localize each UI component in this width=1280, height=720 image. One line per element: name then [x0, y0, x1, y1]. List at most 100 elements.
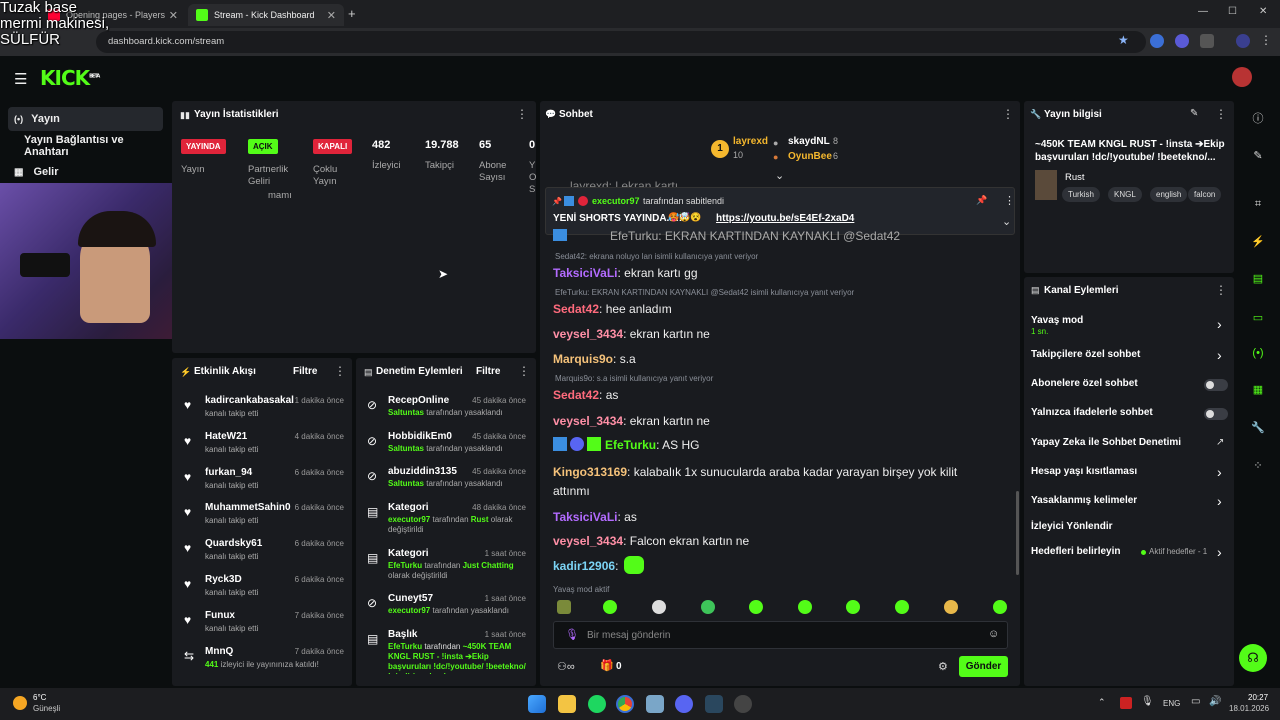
extensions-puzzle-icon[interactable] [1200, 34, 1214, 48]
close-icon[interactable]: ✕ [169, 9, 178, 22]
channel-action-item[interactable]: Hesap yaşı kısıtlaması › [1026, 464, 1232, 487]
chat-username[interactable]: Sedat42 [553, 388, 599, 402]
emote-icon[interactable] [603, 600, 617, 617]
maximize-icon[interactable]: ☐ [1228, 6, 1237, 17]
infinity-icon[interactable]: ⚇∞ [557, 660, 575, 673]
moderation-item[interactable]: ▤ Kategori 48 dakika önce executor97 tarafı… [360, 501, 532, 541]
microphone-icon[interactable]: 🎙 [565, 628, 579, 641]
chevron-down-icon[interactable]: ⌄ [1002, 215, 1011, 228]
chat-username[interactable]: veysel_3434 [553, 414, 623, 428]
moderation-item[interactable]: ⊘ HobbidikEm0 45 dakika önce Saltuntas tara… [360, 430, 532, 460]
activity-item[interactable]: ♥ MuhammetSahin0 6 dakika önce kanalı takip… [176, 501, 348, 533]
menu-kebab-icon[interactable]: ⋮ [1260, 33, 1272, 47]
pinned-link[interactable]: https://youtu.be/sE4Ef-2xaD4 [716, 213, 854, 224]
moderation-item[interactable]: ▤ Kategori 1 saat önce EfeTurku tarafından … [360, 547, 532, 587]
wrench-icon[interactable]: 🔧 [1248, 417, 1268, 437]
channel-action-item[interactable]: Hedefleri belirleyin Aktif hedefler - 1 › [1026, 544, 1232, 567]
gift-icon[interactable]: 🎁 [600, 659, 614, 672]
send-button[interactable]: Gönder [959, 656, 1008, 677]
emote-icon[interactable] [944, 600, 958, 617]
moderation-item[interactable]: ⊘ RecepOnline 45 dakika önce Saltuntas tara… [360, 394, 532, 424]
edit-pencil-icon[interactable]: ✎ [1190, 108, 1198, 119]
emote-icon[interactable] [557, 600, 571, 614]
clock-time[interactable]: 20:27 [1248, 693, 1268, 702]
moderation-item[interactable]: ▤ Başlık 1 saat önce EfeTurku tarafından ~4… [360, 628, 532, 674]
hamburger-menu-icon[interactable]: ☰ [14, 70, 27, 88]
nav-item-stream-key[interactable]: Yayın Bağlantısı ve Anahtarı [8, 134, 163, 158]
user-avatar[interactable] [1232, 67, 1252, 87]
network-icon[interactable]: ▭ [1191, 696, 1200, 707]
channel-action-item[interactable]: Yavaş mod 1 sn. › [1026, 314, 1232, 336]
chevron-right-icon[interactable]: › [1217, 316, 1222, 332]
minimize-icon[interactable]: — [1198, 6, 1208, 17]
chat-message[interactable]: Marquis9o: s.a [553, 350, 993, 369]
tab-kick-dashboard[interactable]: Stream - Kick Dashboard ✕ [188, 4, 344, 26]
chat-message[interactable]: Kingo313169: kalabalık 1x sunucularda ar… [553, 463, 993, 501]
chat-username[interactable]: veysel_3434 [553, 327, 623, 341]
chat-message[interactable]: Sedat42: as [553, 386, 993, 405]
new-tab-icon[interactable]: + [348, 6, 356, 21]
clock-date[interactable]: 18.01.2026 [1229, 704, 1269, 713]
moderation-item[interactable]: ⊘ abuziddin3135 45 dakika önce Saltuntas ta… [360, 465, 532, 495]
chat-message[interactable]: veysel_3434: Falcon ekran kartın ne [553, 532, 993, 551]
filter-button[interactable]: Filtre [476, 366, 500, 377]
gear-icon[interactable]: ⚙ [938, 660, 948, 673]
chat-username[interactable]: TaksiciVaLi [553, 266, 617, 280]
chat-username[interactable]: veysel_3434 [553, 534, 623, 548]
lightning-icon[interactable]: ⚡ [1248, 231, 1268, 251]
emote-icon[interactable] [749, 600, 763, 617]
chat-input-box[interactable]: 🎙 Bir mesaj gönderin ☺ [553, 621, 1008, 649]
close-window-icon[interactable]: ✕ [1259, 6, 1267, 17]
chevron-right-icon[interactable]: › [1217, 347, 1222, 363]
channel-action-item[interactable]: Abonelere özel sohbet [1026, 377, 1232, 399]
nav-item-revenue[interactable]: ▦ Gelir [8, 160, 163, 184]
extension-icon[interactable] [1150, 34, 1164, 48]
chevron-right-icon[interactable]: › [1217, 493, 1222, 509]
channel-action-item[interactable]: Yasaklanmış kelimeler › [1026, 493, 1232, 516]
close-icon[interactable]: ✕ [327, 9, 336, 22]
activity-item[interactable]: ♥ kadircankabasakal 1 dakika önce kanalı ta… [176, 394, 348, 426]
emote-icon[interactable] [993, 600, 1007, 617]
tray-app-icon[interactable] [1120, 697, 1132, 709]
spotify-icon[interactable] [588, 695, 606, 713]
chat-message[interactable]: veysel_3434: ekran kartın ne [553, 412, 993, 431]
chat-message[interactable]: kadir12906: [553, 556, 993, 576]
toggle-switch[interactable] [1204, 379, 1228, 391]
chat-message[interactable]: Sedat42: hee anladım [553, 300, 993, 319]
discord-icon[interactable] [675, 695, 693, 713]
emote-icon[interactable] [895, 600, 909, 617]
more-options-icon[interactable]: ⋮ [1004, 194, 1015, 207]
kick-logo[interactable]: KICKBETA [40, 66, 100, 90]
chat-bubble-icon[interactable]: ▭ [1248, 307, 1268, 327]
url-field[interactable]: dashboard.kick.com/stream [96, 31, 1146, 53]
chat-username[interactable]: Kingo313169 [553, 465, 627, 479]
chat-message[interactable]: TaksiciVaLi: ekran kartı gg [553, 264, 993, 283]
chat-message[interactable]: EfeTurku: AS HG [553, 436, 993, 455]
chat-username[interactable]: kadir12906 [553, 559, 615, 573]
channel-action-item[interactable]: Takipçilere özel sohbet › [1026, 347, 1232, 370]
clipboard-icon[interactable]: ▦ [1248, 379, 1268, 399]
more-options-icon[interactable]: ⋮ [334, 364, 346, 378]
chevron-right-icon[interactable]: › [1217, 544, 1222, 560]
broadcast-icon[interactable]: (•) [1248, 343, 1268, 363]
activity-item[interactable]: ♥ Funux 7 dakika önce kanalı takip etti [176, 609, 348, 641]
chevron-right-icon[interactable]: › [1217, 464, 1222, 480]
chat-username[interactable]: Sedat42 [553, 302, 599, 316]
screen-capture-icon[interactable]: ⌗ [1248, 194, 1268, 214]
settings-app-icon[interactable] [734, 695, 752, 713]
more-options-icon[interactable]: ⋮ [1215, 283, 1227, 297]
file-explorer-icon[interactable] [558, 695, 576, 713]
info-icon[interactable]: ⓘ [1248, 108, 1268, 128]
filter-button[interactable]: Filtre [293, 366, 317, 377]
moderation-item[interactable]: ⊘ Cuneyt57 1 saat önce executor97 tarafında… [360, 592, 532, 622]
more-options-icon[interactable]: ⋮ [1002, 107, 1014, 121]
edit-pencil-icon[interactable]: ✎ [1248, 145, 1268, 165]
volume-icon[interactable]: 🔊 [1209, 696, 1221, 707]
channel-action-item[interactable]: İzleyici Yönlendir [1026, 520, 1232, 542]
support-headset-icon[interactable]: ☊ [1239, 644, 1267, 672]
chat-username[interactable]: TaksiciVaLi [553, 510, 617, 524]
app-icon[interactable] [646, 695, 664, 713]
emoji-picker-icon[interactable]: ☺ [988, 628, 999, 640]
chat-username[interactable]: EfeTurku [605, 438, 656, 452]
activity-item[interactable]: ♥ Quardsky61 6 dakika önce kanalı takip ett… [176, 537, 348, 569]
